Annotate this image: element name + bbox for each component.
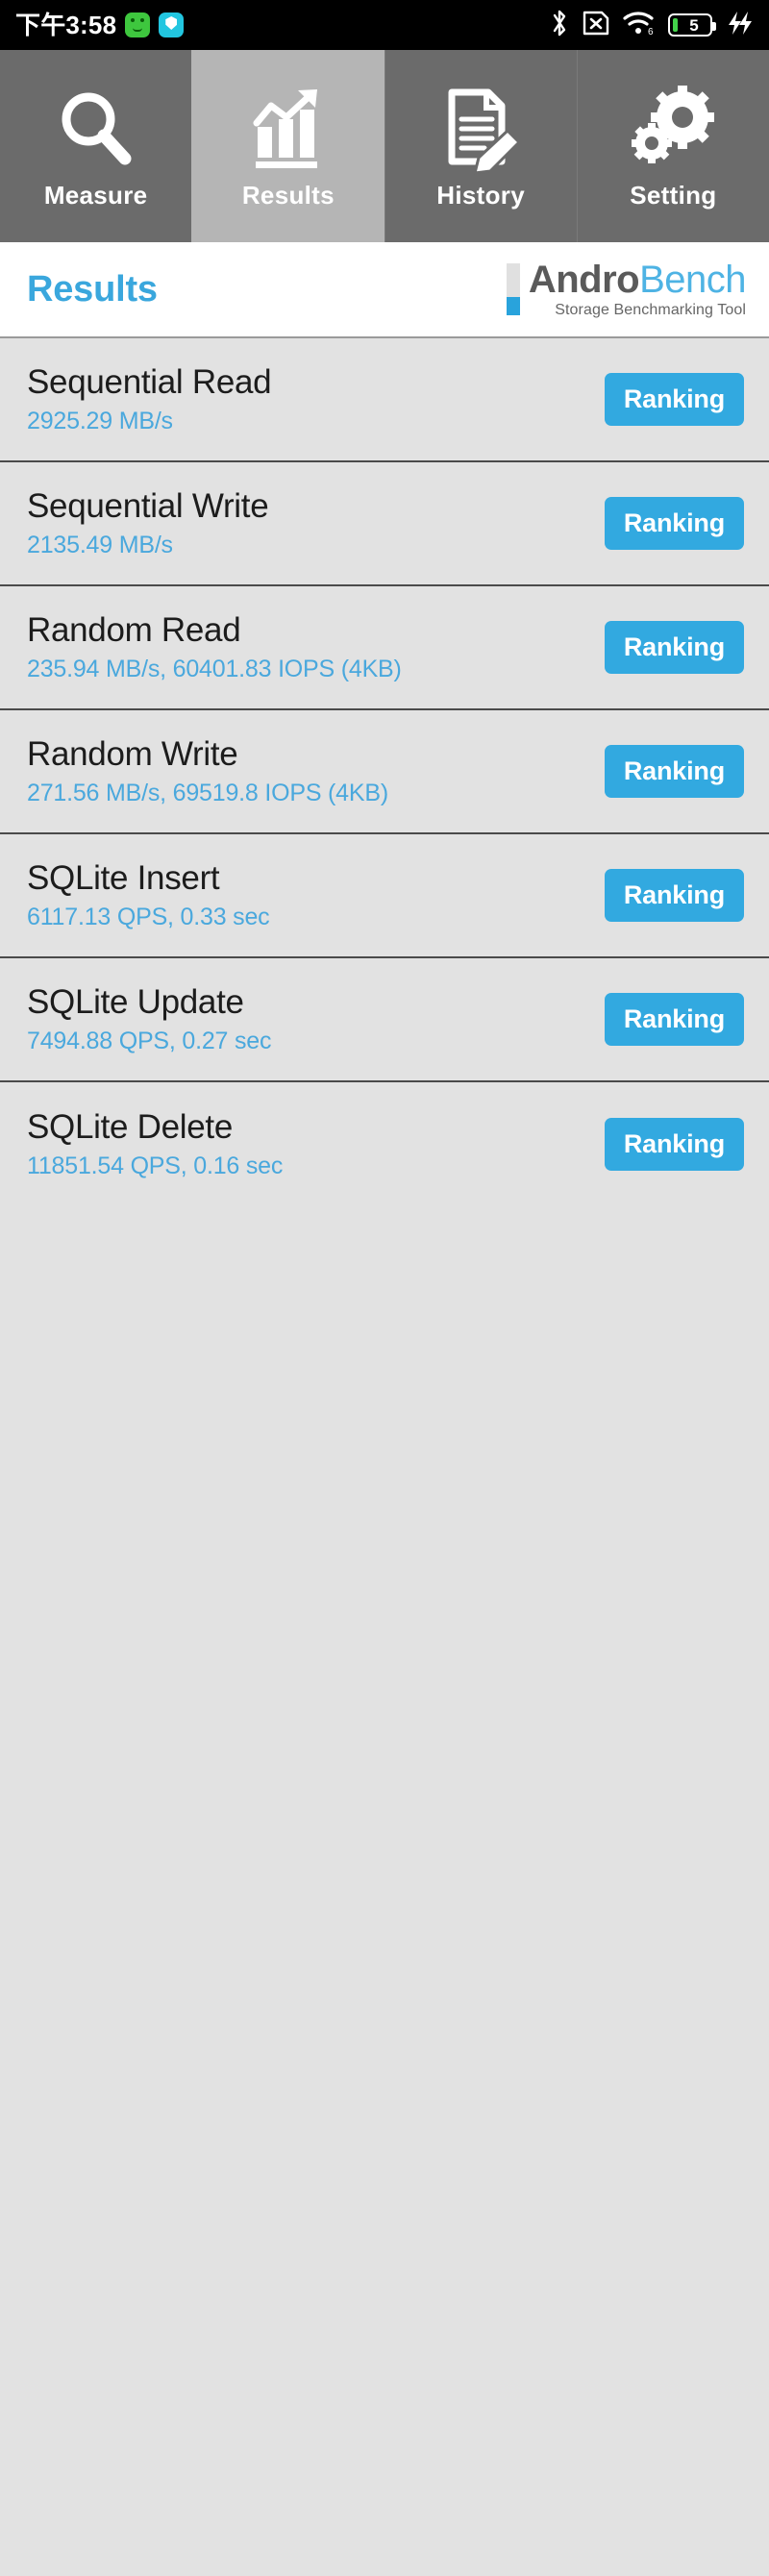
logo-andro: Andro (528, 259, 640, 301)
results-list: Sequential Read 2925.29 MB/s Ranking Seq… (0, 338, 769, 2576)
table-row: SQLite Insert 6117.13 QPS, 0.33 sec Rank… (0, 834, 769, 958)
ranking-button[interactable]: Ranking (604, 373, 744, 426)
tab-results[interactable]: Results (191, 50, 384, 242)
table-row: Sequential Read 2925.29 MB/s Ranking (0, 338, 769, 462)
table-row: Sequential Write 2135.49 MB/s Ranking (0, 462, 769, 586)
app-green-icon (125, 12, 151, 37)
row-texts: SQLite Delete 11851.54 QPS, 0.16 sec (27, 1108, 283, 1180)
table-row: SQLite Update 7494.88 QPS, 0.27 sec Rank… (0, 958, 769, 1082)
ranking-button[interactable]: Ranking (604, 621, 744, 674)
ranking-button[interactable]: Ranking (604, 993, 744, 1046)
result-value: 235.94 MB/s, 60401.83 IOPS (4KB) (27, 656, 402, 682)
row-texts: SQLite Update 7494.88 QPS, 0.27 sec (27, 983, 272, 1055)
result-value: 7494.88 QPS, 0.27 sec (27, 1028, 272, 1054)
row-texts: SQLite Insert 6117.13 QPS, 0.33 sec (27, 859, 270, 931)
result-name: Random Write (27, 735, 238, 773)
table-row: Random Read 235.94 MB/s, 60401.83 IOPS (… (0, 586, 769, 710)
list-empty-area (0, 1206, 769, 2576)
logo-wordmark: AndroBench (528, 259, 747, 301)
result-value: 271.56 MB/s, 69519.8 IOPS (4KB) (27, 780, 388, 806)
shield-cyan-icon (159, 12, 185, 37)
status-bar: 下午3:58 6 5 (0, 0, 769, 50)
logo-text: AndroBench Storage Benchmarking Tool (528, 259, 747, 318)
page-title: Results (27, 268, 158, 310)
main-tab-bar: Measure Results History Setting (0, 50, 769, 242)
battery-indicator: 5 (668, 13, 716, 37)
status-bar-clock: 下午3:58 (15, 11, 117, 39)
ranking-button[interactable]: Ranking (604, 1118, 744, 1171)
result-name: Random Read (27, 611, 241, 649)
result-name: Sequential Write (27, 487, 269, 525)
table-row: SQLite Delete 11851.54 QPS, 0.16 sec Ran… (0, 1082, 769, 1206)
gears-icon (627, 83, 719, 175)
row-texts: Sequential Read 2925.29 MB/s (27, 363, 272, 435)
bar-chart-trend-icon (242, 83, 335, 175)
page-header: Results AndroBench Storage Benchmarking … (0, 242, 769, 338)
wifi-6-icon: 6 (623, 10, 656, 41)
battery-percent-label: 5 (689, 15, 699, 35)
tab-setting[interactable]: Setting (576, 50, 769, 242)
result-value: 2135.49 MB/s (27, 532, 173, 558)
tab-history-label: History (436, 180, 525, 210)
logo-bar-icon (506, 263, 520, 316)
result-value: 2925.29 MB/s (27, 408, 173, 434)
svg-text:6: 6 (648, 27, 654, 37)
row-texts: Random Write 271.56 MB/s, 69519.8 IOPS (… (27, 735, 388, 807)
status-bar-right: 6 5 (550, 9, 754, 42)
bluetooth-icon (550, 9, 569, 42)
status-bar-left: 下午3:58 (15, 11, 185, 39)
tab-history[interactable]: History (384, 50, 577, 242)
logo-tagline: Storage Benchmarking Tool (555, 302, 746, 318)
tab-measure-label: Measure (43, 180, 148, 210)
ranking-button[interactable]: Ranking (604, 497, 744, 550)
result-name: SQLite Insert (27, 859, 220, 897)
app-screen: 下午3:58 6 5 Measure Results History Setti… (0, 0, 769, 2576)
tab-results-label: Results (241, 180, 335, 210)
ranking-button[interactable]: Ranking (604, 869, 744, 922)
result-name: SQLite Delete (27, 1108, 233, 1146)
battery-fill (673, 18, 678, 32)
result-name: SQLite Update (27, 983, 244, 1021)
result-name: Sequential Read (27, 363, 272, 401)
sim-card-off-icon (582, 10, 610, 41)
ranking-button[interactable]: Ranking (604, 745, 744, 798)
androbench-logo: AndroBench Storage Benchmarking Tool (506, 259, 747, 318)
row-texts: Random Read 235.94 MB/s, 60401.83 IOPS (… (27, 611, 402, 683)
logo-bench: Bench (639, 259, 746, 301)
tab-setting-label: Setting (630, 180, 717, 210)
document-pencil-icon (434, 83, 527, 175)
magnifier-icon (50, 83, 142, 175)
row-texts: Sequential Write 2135.49 MB/s (27, 487, 269, 559)
table-row: Random Write 271.56 MB/s, 69519.8 IOPS (… (0, 710, 769, 834)
fast-charging-bolt-icon (725, 10, 754, 41)
result-value: 11851.54 QPS, 0.16 sec (27, 1152, 284, 1179)
tab-measure[interactable]: Measure (0, 50, 192, 242)
result-value: 6117.13 QPS, 0.33 sec (27, 904, 270, 930)
